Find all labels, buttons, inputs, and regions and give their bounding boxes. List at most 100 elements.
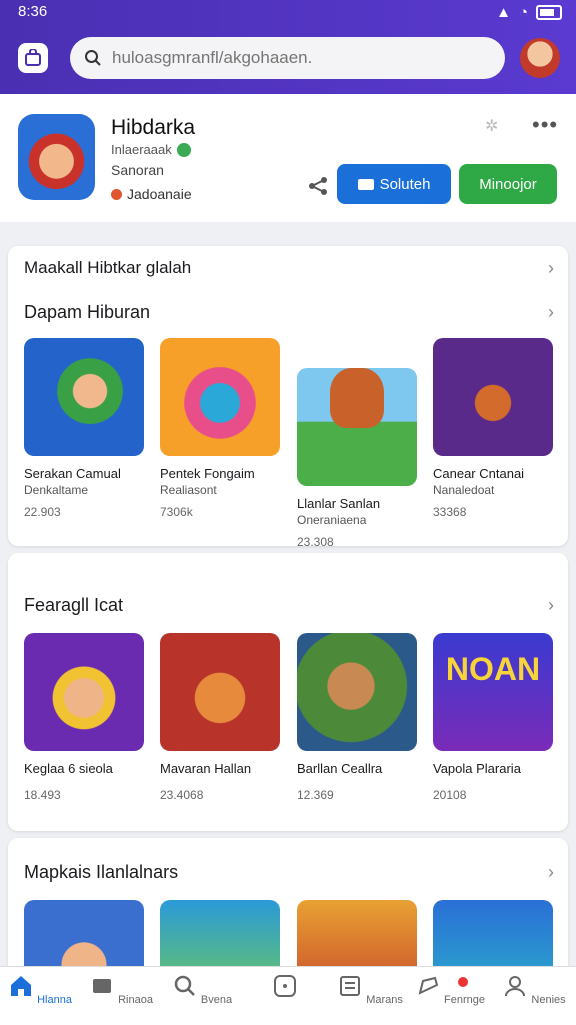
app-developer[interactable]: Inlaeraaak	[111, 142, 191, 157]
developer-name: Inlaeraaak	[111, 142, 172, 157]
chevron-right-icon[interactable]: ›	[548, 258, 554, 279]
status-icons: ▲ ◔	[496, 4, 562, 21]
nav-item-notifications[interactable]: Fenrnge	[410, 973, 490, 1006]
top-app-bar: 8:36 ▲ ◔	[0, 0, 576, 94]
nav-label: Fenrnge	[444, 994, 486, 1006]
app-tile[interactable]: Llanlar Sanlan Oneraniaena 23.308	[297, 338, 417, 546]
app-tile-developer: Realiasont	[160, 483, 217, 497]
nav-item-home[interactable]: Hlanna	[0, 973, 80, 1006]
app-tile-count: 12.369	[297, 788, 334, 802]
nav-label: Hlanna	[37, 994, 72, 1006]
app-tile-name: Barllan Ceallra	[297, 761, 383, 776]
app-tile-name: Keglaa 6 sieola	[24, 761, 113, 776]
game-logo-art: NOAN	[445, 651, 541, 687]
app-tile-count: 18.493	[24, 788, 61, 802]
home-icon	[11, 976, 32, 996]
section-title[interactable]: Fearagll Icat	[24, 595, 123, 616]
chevron-right-icon[interactable]: ›	[548, 862, 554, 883]
more-options-icon[interactable]: •••	[532, 112, 558, 138]
status-bar: 8:36 ▲ ◔	[0, 0, 576, 24]
nav-item-search[interactable]: Bvena	[162, 973, 242, 1006]
settings-icon[interactable]: ✲	[485, 116, 503, 135]
section-card-3: Mapkais Ilanlalnars ›	[8, 838, 568, 978]
primary-action-label: Soluteh	[379, 175, 431, 193]
app-header: Hibdarka Inlaeraaak Sanoran Jadoanaie ✲ …	[0, 94, 576, 222]
app-tile[interactable]: Canear Cntanai Nanaledoat 33368	[433, 338, 553, 519]
app-tile[interactable]: Mavaran Hallan 23.4068	[160, 633, 280, 802]
rating-icon	[111, 188, 122, 200]
app-tile[interactable]: NOAN Vapola Plararia 20108	[433, 633, 553, 802]
app-thumbnail	[160, 633, 280, 751]
app-tile-name: Mavaran Hallan	[160, 761, 252, 776]
search-bar[interactable]	[70, 37, 505, 79]
bottom-navigation: Hlanna Rinaoa Bvena Marans Fenrnge Nenie…	[0, 966, 576, 1025]
app-tile-count: 33368	[433, 505, 467, 519]
search-input[interactable]	[110, 47, 494, 69]
app-thumbnail	[297, 368, 417, 486]
app-icon	[18, 114, 95, 200]
character-art	[330, 368, 384, 428]
mail-icon	[357, 178, 374, 190]
app-thumbnail: NOAN	[433, 633, 553, 751]
app-thumbnail	[24, 633, 144, 751]
store-logo-icon[interactable]	[18, 43, 48, 73]
apps-icon	[274, 975, 296, 997]
app-rating: Jadoanaie	[111, 186, 192, 202]
app-tile[interactable]: Serakan Camual Denkaltame 22.903	[24, 338, 144, 519]
app-tile-name: Canear Cntanai	[433, 466, 525, 481]
app-tile-count: 7306k	[160, 505, 193, 519]
games-icon	[93, 979, 112, 993]
app-thumbnail	[24, 338, 144, 456]
app-tile[interactable]: Pentek Fongaim Realiasont 7306k	[160, 338, 280, 519]
profile-icon	[505, 976, 526, 997]
library-icon	[340, 976, 361, 996]
app-tile-developer: Oneraniaena	[297, 513, 367, 527]
section-title[interactable]: Mapkais Ilanlalnars	[24, 862, 178, 883]
app-thumbnail	[433, 338, 553, 456]
nav-item-library[interactable]: Marans	[330, 973, 410, 1006]
chevron-right-icon[interactable]: ›	[548, 302, 554, 323]
app-tile-developer: Denkaltame	[24, 483, 89, 497]
verified-icon	[176, 142, 191, 157]
nav-item-games[interactable]: Rinaoa	[81, 973, 161, 1006]
section-top-title[interactable]: Maakall Hibtkar glalah	[24, 258, 191, 278]
app-tile-count: 23.4068	[160, 788, 204, 802]
nav-item-apps[interactable]	[245, 973, 325, 1006]
nav-label: Bvena	[200, 994, 233, 1006]
app-tile[interactable]: Barllan Ceallra 12.369	[297, 633, 417, 802]
wifi-icon: ◔	[518, 4, 528, 21]
notification-badge	[458, 977, 468, 987]
section-title[interactable]: Dapam Hiburan	[24, 302, 150, 323]
nav-label: Marans	[366, 994, 403, 1006]
app-name: Hibdarka	[111, 116, 196, 139]
app-tile-count: 20108	[433, 788, 467, 802]
rating-text: Jadoanaie	[127, 186, 192, 202]
app-thumbnail	[297, 633, 417, 751]
app-thumbnail	[160, 338, 280, 456]
signal-icon: ▲	[496, 4, 511, 21]
install-button[interactable]: Minoojor	[459, 164, 557, 204]
primary-action-button[interactable]: Soluteh	[337, 164, 451, 204]
app-tile-name: Vapola Plararia	[433, 761, 521, 776]
app-tile[interactable]: Keglaa 6 sieola 18.493	[24, 633, 144, 802]
app-tile-developer: Nanaledoat	[433, 483, 495, 497]
app-tile-count: 22.903	[24, 505, 61, 519]
status-time: 8:36	[18, 3, 48, 20]
app-tile-count: 23.308	[297, 535, 334, 546]
notifications-icon	[418, 976, 439, 995]
nav-label: Rinaoa	[118, 994, 153, 1006]
battery-icon	[536, 5, 562, 20]
user-avatar[interactable]	[520, 38, 560, 78]
app-tile-name: Serakan Camual	[24, 466, 121, 481]
section-card-2: Fearagll Icat › Keglaa 6 sieola 18.493 M…	[8, 553, 568, 831]
app-subtitle: Sanoran	[111, 162, 164, 178]
share-icon[interactable]	[306, 174, 330, 198]
search-icon	[174, 975, 195, 996]
nav-label: Nenies	[531, 994, 566, 1006]
chevron-right-icon[interactable]: ›	[548, 595, 554, 616]
search-icon	[85, 50, 101, 66]
app-tile-name: Pentek Fongaim	[160, 466, 255, 481]
section-card-1: Maakall Hibtkar glalah › Dapam Hiburan ›…	[8, 246, 568, 546]
nav-item-profile[interactable]: Nenies	[494, 973, 574, 1006]
app-tile-name: Llanlar Sanlan	[297, 496, 381, 511]
